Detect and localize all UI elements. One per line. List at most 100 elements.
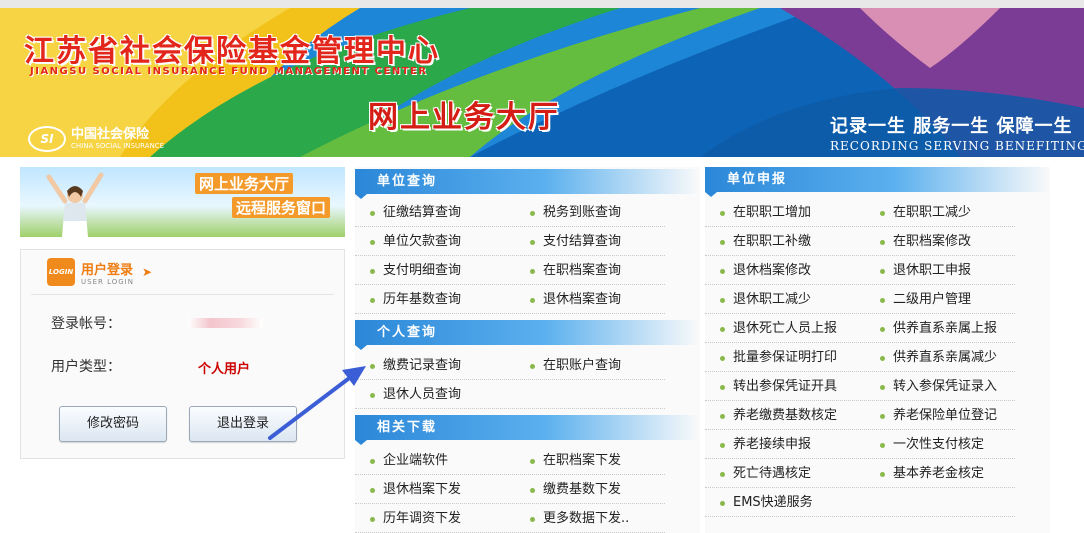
bullet-icon <box>530 268 535 274</box>
menu-link[interactable]: 在职职工增加 <box>720 199 811 227</box>
menu-link-label: 供养直系亲属上报 <box>893 321 998 336</box>
list-item: 单位欠款查询 支付结算查询 <box>355 228 665 256</box>
menu-link[interactable]: EMS快递服务 <box>720 489 813 517</box>
menu-link[interactable]: 退休职工申报 <box>880 257 971 285</box>
bullet-icon <box>720 297 725 303</box>
menu-link-label: 在职档案下发 <box>543 453 622 468</box>
menu-link[interactable]: 在职档案修改 <box>880 228 971 256</box>
arrow-right-icon: ➤ <box>141 265 153 279</box>
bullet-icon <box>720 471 725 477</box>
menu-link[interactable]: 在职档案查询 <box>530 257 621 285</box>
menu-link[interactable]: 税务到账查询 <box>530 199 621 227</box>
menu-link[interactable]: 在职职工补缴 <box>720 228 811 256</box>
bullet-icon <box>370 297 375 303</box>
list-item: 养老接续申报 一次性支付核定 <box>705 431 1015 459</box>
divider <box>31 294 334 295</box>
menu-link-label: 退休死亡人员上报 <box>733 321 838 336</box>
bullet-icon <box>720 268 725 274</box>
bullet-icon <box>880 239 885 245</box>
list-item: 死亡待遇核定 基本养老金核定 <box>705 460 1015 488</box>
menu-link[interactable]: 退休档案查询 <box>530 286 621 314</box>
bullet-icon <box>720 413 725 419</box>
bullet-icon <box>880 384 885 390</box>
bullet-icon <box>880 297 885 303</box>
bullet-icon <box>370 239 375 245</box>
bullet-icon <box>880 413 885 419</box>
menu-link[interactable]: 死亡待遇核定 <box>720 460 811 488</box>
menu-link[interactable]: 养老接续申报 <box>720 431 811 459</box>
section-header-downloads: 相关下载 <box>355 415 700 445</box>
list-item: 历年调资下发 更多数据下发.. <box>355 505 665 533</box>
menu-link[interactable]: 退休死亡人员上报 <box>720 315 837 343</box>
menu-link-label: 在职职工减少 <box>893 205 972 220</box>
menu-link[interactable]: 批量参保证明打印 <box>720 344 837 372</box>
list-item: 批量参保证明打印 供养直系亲属减少 <box>705 344 1015 372</box>
menu-link-label: 更多数据下发.. <box>543 511 630 526</box>
user-type-value: 个人用户 <box>198 362 251 377</box>
list-item: 企业端软件 在职档案下发 <box>355 447 665 475</box>
menu-link[interactable]: 支付结算查询 <box>530 228 621 256</box>
menu-link[interactable]: 缴费基数下发 <box>530 476 621 504</box>
menu-link[interactable]: 二级用户管理 <box>880 286 971 314</box>
menu-link[interactable]: 转出参保凭证开具 <box>720 373 837 401</box>
bullet-icon <box>880 442 885 448</box>
menu-link[interactable]: 缴费记录查询 <box>370 352 461 380</box>
menu-link[interactable]: 养老保险单位登记 <box>880 402 997 430</box>
bullet-icon <box>370 516 375 522</box>
list-item: 退休人员查询 <box>355 381 665 409</box>
menu-link[interactable]: 供养直系亲属上报 <box>880 315 997 343</box>
menu-link[interactable]: 一次性支付核定 <box>880 431 984 459</box>
menu-link[interactable]: 供养直系亲属减少 <box>880 344 997 372</box>
change-password-button[interactable]: 修改密码 <box>59 406 167 442</box>
menu-link[interactable]: 退休档案下发 <box>370 476 461 504</box>
user-login-panel: LOGIN 用户登录 USER LOGIN ➤ 登录帐号： 用户类型： 个人用户… <box>20 249 345 459</box>
menu-link[interactable]: 在职账户查询 <box>530 352 621 380</box>
list-item: EMS快递服务 <box>705 489 1015 517</box>
menu-link[interactable]: 退休人员查询 <box>370 381 461 409</box>
menu-link[interactable]: 在职职工减少 <box>880 199 971 227</box>
menu-link[interactable]: 在职档案下发 <box>530 447 621 475</box>
menu-link[interactable]: 单位欠款查询 <box>370 228 461 256</box>
list-item: 转出参保凭证开具 转入参保凭证录入 <box>705 373 1015 401</box>
banner-slogan: 记录一生 服务一生 保障一生 <box>830 116 1073 137</box>
menu-link[interactable]: 退休职工减少 <box>720 286 811 314</box>
menu-link-label: 基本养老金核定 <box>893 466 985 481</box>
bullet-icon <box>880 471 885 477</box>
menu-link[interactable]: 基本养老金核定 <box>880 460 984 488</box>
menu-link-label: 历年基数查询 <box>383 292 462 307</box>
bullet-icon <box>370 458 375 464</box>
menu-link-label: 在职档案查询 <box>543 263 622 278</box>
menu-link[interactable]: 转入参保凭证录入 <box>880 373 997 401</box>
promo-banner[interactable]: 网上业务大厅 远程服务窗口 <box>20 167 345 237</box>
menu-link[interactable]: 退休档案修改 <box>720 257 811 285</box>
menu-link-label: 在职职工补缴 <box>733 234 812 249</box>
menu-link-label: 养老保险单位登记 <box>893 408 998 423</box>
menu-link[interactable]: 更多数据下发.. <box>530 505 629 533</box>
menu-link[interactable]: 征缴结算查询 <box>370 199 461 227</box>
list-item: 在职职工补缴 在职档案修改 <box>705 228 1015 256</box>
logout-button[interactable]: 退出登录 <box>189 406 297 442</box>
menu-link-label: 供养直系亲属减少 <box>893 350 998 365</box>
menu-link[interactable]: 养老缴费基数核定 <box>720 402 837 430</box>
bullet-icon <box>530 210 535 216</box>
menu-link-label: 退休档案修改 <box>733 263 812 278</box>
bullet-icon <box>880 268 885 274</box>
menu-link[interactable]: 历年调资下发 <box>370 505 461 533</box>
menu-link-label: 退休职工申报 <box>893 263 972 278</box>
menu-link[interactable]: 支付明细查询 <box>370 257 461 285</box>
bullet-icon <box>530 239 535 245</box>
login-title-en: USER LOGIN <box>81 277 134 286</box>
menu-link[interactable]: 企业端软件 <box>370 447 448 475</box>
menu-link-label: 缴费记录查询 <box>383 358 462 373</box>
list-item: 退休档案下发 缴费基数下发 <box>355 476 665 504</box>
menu-link[interactable]: 历年基数查询 <box>370 286 461 314</box>
bullet-icon <box>880 326 885 332</box>
bullet-icon <box>720 442 725 448</box>
bullet-icon <box>530 458 535 464</box>
bullet-icon <box>370 210 375 216</box>
banner-hall-title: 网上业务大厅 <box>368 100 560 135</box>
woman-arms-raised-icon <box>46 172 104 237</box>
bullet-icon <box>370 268 375 274</box>
list-item: 退休死亡人员上报 供养直系亲属上报 <box>705 315 1015 343</box>
bullet-icon <box>880 355 885 361</box>
